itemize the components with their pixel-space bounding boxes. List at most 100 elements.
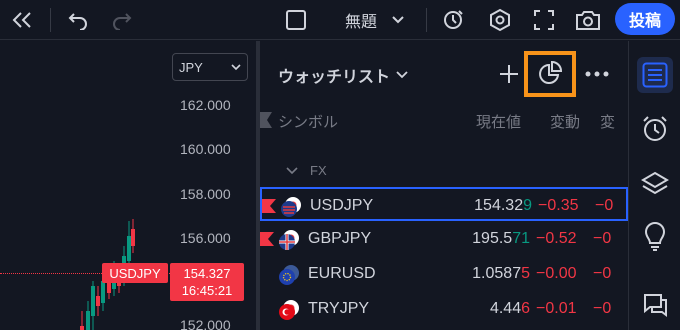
watchlist-chart-button[interactable]	[524, 51, 576, 97]
row-last-price: 195.571	[440, 230, 530, 248]
row-symbol: USDJPY	[310, 197, 374, 214]
watchlist-row[interactable]: TRYJPY 4.446 −0.01 −0	[260, 292, 628, 326]
collapse-left-button[interactable]	[0, 0, 44, 40]
toolbar-divider	[426, 8, 427, 32]
currency-select[interactable]: JPY	[172, 53, 248, 81]
row-last-price: 4.446	[440, 300, 530, 318]
bar-countdown-time: 16:45:21	[181, 283, 233, 298]
watchlist-row[interactable]: EURUSD 1.05875 −0.00 −0	[260, 257, 628, 291]
undo-icon	[68, 13, 87, 30]
top-toolbar: 無題 投稿	[0, 0, 680, 40]
usd-jpy-flags-icon	[281, 197, 301, 217]
row-last-price-main: 154.32	[474, 197, 524, 214]
more-horizontal-icon	[585, 71, 609, 77]
row-last-price-tail: 5	[521, 265, 530, 282]
section-header-fx[interactable]: FX	[286, 163, 327, 178]
y-axis-tick: 160.000	[180, 141, 231, 157]
candle-body	[96, 296, 100, 306]
row-symbol: TRYJPY	[308, 300, 370, 317]
candlestick-series	[80, 219, 135, 330]
gbp-jpy-flags-icon	[279, 230, 299, 250]
section-label: FX	[310, 163, 327, 178]
watchlist-title-dropdown[interactable]: ウォッチリスト	[278, 63, 408, 87]
red-flag-icon[interactable]	[260, 232, 274, 246]
double-chevron-left-icon	[12, 12, 31, 28]
candle-body	[131, 229, 135, 246]
y-axis-tick: 152.000	[180, 317, 231, 330]
try-jpy-flags-icon	[279, 300, 299, 320]
column-header-symbol[interactable]: シンボル	[278, 111, 338, 132]
snapshot-button[interactable]	[568, 0, 608, 40]
redo-button[interactable]	[102, 0, 142, 40]
column-header-change[interactable]: 変動	[550, 111, 588, 132]
watchlist-icon	[642, 62, 668, 88]
currency-value: JPY	[179, 59, 203, 75]
pie-chart-icon	[539, 61, 563, 84]
settings-button[interactable]	[480, 0, 520, 40]
lightbulb-icon	[644, 222, 666, 251]
publish-button[interactable]: 投稿	[615, 3, 675, 35]
chart-title: 無題	[344, 14, 377, 31]
candle-body	[91, 286, 95, 316]
add-symbol-button[interactable]	[496, 59, 522, 89]
candle-body	[127, 236, 131, 261]
row-last-price-main: 4.44	[489, 300, 522, 317]
camera-icon	[576, 11, 600, 30]
alert-button[interactable]	[434, 0, 474, 40]
column-header-change-pct[interactable]: 変	[600, 111, 624, 132]
more-options-button[interactable]	[582, 61, 612, 87]
y-axis-tick: 156.000	[180, 230, 231, 246]
chevron-down-icon	[286, 166, 298, 174]
alert-clock-icon	[444, 10, 463, 29]
watchlist-row[interactable]: USDJPY 154.329 −0.35 −0	[260, 187, 628, 221]
red-flag-icon[interactable]	[262, 199, 276, 213]
object-tree-sidebar-button[interactable]	[637, 165, 673, 201]
row-change: −0.52	[536, 230, 577, 247]
row-change: −0.01	[536, 300, 577, 317]
row-symbol: GBPJPY	[308, 230, 372, 247]
chart-pane[interactable]: JPY 162.000 160.000 158.000 156.000 152.…	[0, 41, 256, 330]
plus-icon	[500, 65, 518, 83]
candle-body	[101, 281, 105, 303]
row-last-price: 154.329	[442, 197, 532, 215]
column-header-last[interactable]: 現在値	[476, 111, 521, 132]
row-last-price-tail: 71	[512, 230, 530, 247]
symbol-price-tag: USDJPY	[102, 263, 168, 283]
row-last-price: 1.05875	[440, 265, 530, 283]
alarm-clock-icon	[643, 116, 667, 141]
redo-icon	[113, 13, 132, 30]
chevron-down-icon	[396, 71, 408, 79]
row-change: −0.00	[536, 265, 577, 282]
row-change-pct: −0	[593, 230, 612, 247]
watchlist-panel: ウォッチリスト シンボル 現在値 変動 変 FX USDJPY 154.329 −0…	[260, 41, 628, 330]
toolbar-divider	[50, 8, 51, 32]
row-last-price-main: 195.5	[472, 230, 513, 247]
undo-button[interactable]	[58, 0, 98, 40]
flag-column-icon	[260, 112, 272, 128]
row-change-pct: −0	[595, 197, 614, 214]
row-last-price-tail: 9	[523, 197, 532, 214]
y-axis-tick: 158.000	[180, 186, 231, 202]
row-change-pct: −0	[593, 265, 612, 282]
watchlist-sidebar-button[interactable]	[637, 57, 673, 93]
layers-icon	[641, 171, 669, 195]
hexagon-settings-icon	[490, 8, 510, 32]
chats-sidebar-button[interactable]	[637, 287, 673, 323]
layout-name-dropdown[interactable]: 無題	[330, 0, 420, 40]
chat-bubble-icon	[644, 294, 667, 317]
row-symbol: EURUSD	[308, 265, 376, 282]
watchlist-row[interactable]: GBPJPY 195.571 −0.52 −0	[260, 222, 628, 256]
fullscreen-icon	[534, 10, 554, 30]
candle-body	[80, 326, 84, 330]
y-axis-tick: 162.000	[180, 97, 231, 113]
chevron-down-icon	[392, 16, 404, 24]
row-change: −0.35	[538, 197, 579, 214]
chart-type-button[interactable]	[278, 0, 314, 40]
fullscreen-button[interactable]	[524, 0, 564, 40]
current-price: 154.327	[183, 266, 231, 281]
ideas-sidebar-button[interactable]	[637, 219, 673, 255]
candle-body	[86, 311, 90, 330]
square-icon	[286, 10, 306, 30]
row-last-price-main: 1.0587	[472, 265, 522, 282]
alerts-sidebar-button[interactable]	[637, 111, 673, 147]
